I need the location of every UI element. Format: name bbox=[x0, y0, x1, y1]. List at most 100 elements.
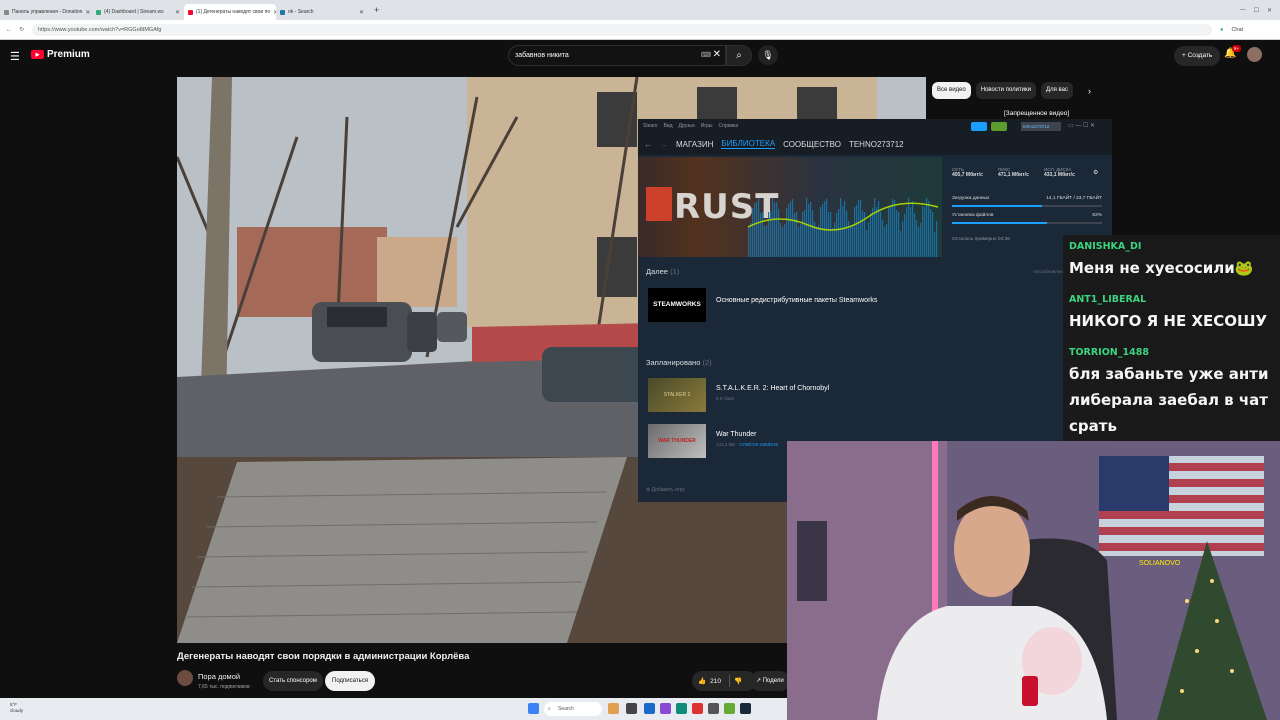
graph-bar bbox=[880, 212, 882, 257]
graph-bar bbox=[752, 208, 754, 257]
steam-menu-item[interactable]: Друзья bbox=[679, 123, 695, 129]
graph-bar bbox=[756, 202, 758, 257]
steam-window-controls-icon[interactable]: ▭ — ☐ ✕ bbox=[1068, 122, 1095, 129]
chip-for-you[interactable]: Для вас bbox=[1041, 82, 1073, 99]
chevron-right-icon[interactable]: › bbox=[1088, 86, 1091, 96]
channel-name[interactable]: Пора домой bbox=[198, 672, 240, 681]
war-thunder-thumbnail: WAR THUNDER bbox=[648, 424, 706, 458]
stat-peak: ПИКС 471,1 Мбит/с bbox=[998, 167, 1029, 178]
weather-widget[interactable]: 5°F cloudy bbox=[10, 702, 23, 714]
close-tab-icon[interactable]: ✕ bbox=[359, 9, 364, 16]
chip-all-videos[interactable]: Все видео bbox=[932, 82, 971, 99]
chip-politics-news[interactable]: Новости политики bbox=[975, 82, 1037, 99]
profile-label[interactable]: Chat bbox=[1231, 27, 1243, 33]
steam-menu-item[interactable]: Вид bbox=[663, 123, 672, 129]
chat-username: DANISHKA_DI bbox=[1069, 241, 1142, 252]
channel-avatar[interactable] bbox=[177, 670, 193, 686]
graph-bar bbox=[836, 213, 838, 257]
app-icon[interactable] bbox=[724, 703, 735, 714]
close-window-icon[interactable]: ✕ bbox=[1267, 7, 1272, 14]
add-game-button[interactable]: ⊕ Добавить игру bbox=[646, 487, 685, 493]
steam-taskbar-icon[interactable] bbox=[740, 703, 751, 714]
task-view-icon[interactable] bbox=[626, 703, 637, 714]
graph-bar bbox=[840, 198, 842, 257]
download-queue-item[interactable]: STALKER 2 S.T.A.L.K.E.R. 2: Heart of Cho… bbox=[646, 378, 1096, 414]
download-queue-item[interactable]: STEAMWORKS Основные редистрибутивные пак… bbox=[646, 288, 1096, 324]
graph-bar bbox=[816, 227, 818, 257]
graph-bar bbox=[932, 212, 934, 257]
app-icon[interactable] bbox=[692, 703, 703, 714]
graph-bar bbox=[906, 207, 908, 257]
steamworks-thumbnail: STEAMWORKS bbox=[648, 288, 706, 322]
close-tab-icon[interactable]: ✕ bbox=[175, 9, 180, 16]
browser-tab[interactable]: Панель управления - Donation ✕ bbox=[0, 4, 92, 20]
steam-nav-store[interactable]: МАГАЗИН bbox=[676, 140, 713, 149]
steam-download-icon[interactable] bbox=[991, 122, 1007, 131]
voice-search-button[interactable]: 🎙 bbox=[758, 45, 778, 65]
back-icon[interactable]: ← bbox=[6, 27, 12, 33]
url-text: https://www.youtube.com/watch?v=RGGo8tMG… bbox=[38, 26, 162, 33]
back-arrow-icon[interactable]: ← bbox=[644, 140, 652, 149]
graph-bar bbox=[922, 206, 924, 257]
steam-menu-item[interactable]: Справка bbox=[719, 123, 739, 129]
graph-bar bbox=[812, 210, 814, 257]
explorer-icon[interactable] bbox=[644, 703, 655, 714]
browser-tab[interactable]: (4) Dashboard | Stream.ws ✕ bbox=[92, 4, 184, 20]
windows-start-icon[interactable] bbox=[528, 703, 539, 714]
keyboard-icon[interactable]: ⌨ bbox=[701, 51, 711, 59]
widgets-icon[interactable] bbox=[608, 703, 619, 714]
add-game-label: Добавить игру bbox=[651, 487, 685, 493]
microphone-icon: 🎙 bbox=[762, 50, 774, 60]
graph-bar bbox=[866, 230, 868, 257]
search-button[interactable]: ⌕ bbox=[726, 45, 752, 66]
steam-nav-community[interactable]: СООБЩЕСТВО bbox=[783, 140, 841, 149]
steam-menu-item[interactable]: Игры bbox=[701, 123, 713, 129]
steam-nav-profile[interactable]: TEHNO273712 bbox=[849, 140, 904, 149]
thumbs-up-icon[interactable]: 👍 bbox=[698, 677, 706, 685]
steam-username[interactable]: tehno273712 bbox=[1021, 122, 1061, 131]
account-avatar[interactable] bbox=[1247, 47, 1262, 62]
new-tab-button[interactable]: + bbox=[374, 5, 379, 15]
settings-gear-icon[interactable]: ⚙ bbox=[1093, 169, 1098, 176]
thumbs-down-icon[interactable]: 👎 bbox=[734, 677, 742, 685]
browser-tab-active[interactable]: (1) Дегенераты наводят свои по ✕ bbox=[184, 4, 276, 20]
minimize-icon[interactable]: — bbox=[1240, 7, 1246, 13]
address-bar[interactable]: https://www.youtube.com/watch?v=RGGo8tMG… bbox=[32, 23, 1213, 36]
search-input[interactable]: забавнов никита ⌨ ✕ bbox=[508, 45, 726, 66]
like-dislike-group[interactable]: 👍 210 👎 bbox=[692, 671, 756, 691]
create-button[interactable]: + Создать bbox=[1174, 46, 1221, 66]
steam-announce-icon[interactable] bbox=[971, 122, 987, 131]
graph-bar bbox=[904, 214, 906, 257]
graph-bar bbox=[782, 227, 784, 257]
item-name: War Thunder bbox=[716, 431, 757, 438]
graph-bar bbox=[796, 212, 798, 257]
app-icon[interactable] bbox=[660, 703, 671, 714]
maximize-icon[interactable]: ☐ bbox=[1254, 7, 1259, 14]
taskbar-search[interactable]: ⌕ Search bbox=[544, 702, 602, 716]
steam-nav-library[interactable]: БИБЛИОТЕКА bbox=[721, 139, 776, 149]
graph-bar bbox=[774, 203, 776, 257]
recommended-video-title[interactable]: [Запрещенное видео] bbox=[1004, 110, 1069, 117]
reload-icon[interactable]: ↻ bbox=[20, 27, 25, 33]
graph-bar bbox=[870, 213, 872, 257]
graph-bar bbox=[808, 204, 810, 257]
edge-icon[interactable] bbox=[676, 703, 687, 714]
settings-icon[interactable] bbox=[708, 703, 719, 714]
share-button[interactable]: ↗ Подели bbox=[750, 671, 790, 691]
install-progress-bar bbox=[952, 222, 1102, 224]
sponsor-button[interactable]: Стать спонсором bbox=[263, 671, 323, 691]
browser-tab[interactable]: ok - Search ✕ bbox=[276, 4, 368, 20]
graph-bar bbox=[826, 199, 828, 257]
close-tab-icon[interactable]: ✕ bbox=[85, 9, 90, 16]
youtube-logo[interactable]: ▶ Premium bbox=[31, 49, 90, 60]
graph-bar bbox=[758, 198, 760, 257]
clear-search-icon[interactable]: ✕ bbox=[713, 49, 721, 60]
steam-menu-item[interactable]: Steam bbox=[643, 123, 657, 129]
forward-arrow-icon[interactable]: → bbox=[660, 140, 668, 149]
graph-bar bbox=[900, 231, 902, 257]
logo-text: Premium bbox=[47, 49, 90, 60]
menu-icon[interactable]: ☰ bbox=[10, 50, 20, 63]
graph-bar bbox=[748, 227, 750, 257]
copilot-icon[interactable]: ● bbox=[1220, 27, 1223, 33]
subscribe-button[interactable]: Подписаться bbox=[325, 671, 375, 691]
